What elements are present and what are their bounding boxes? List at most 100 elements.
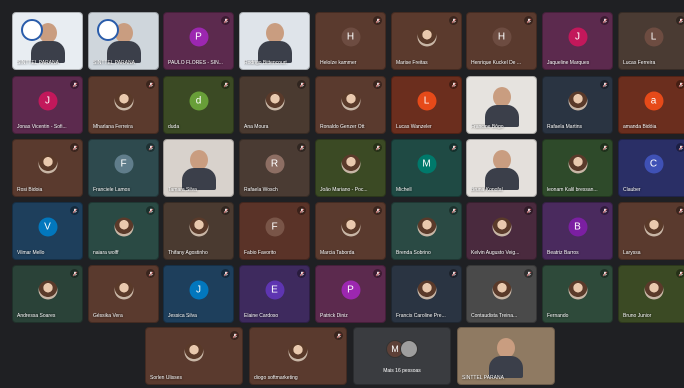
participant-name: Rosi Bidoia bbox=[17, 187, 43, 193]
participant-tile-laryssa[interactable]: Laryssa bbox=[618, 202, 684, 260]
participant-tile-sinttel-parana[interactable]: SINTTEL PARANÁ bbox=[88, 12, 159, 70]
participant-name: diogo softmarketing bbox=[254, 375, 298, 381]
participant-tile-naiara-wolff[interactable]: naiara wolff bbox=[88, 202, 159, 260]
participant-name: Sorlen Ulisses bbox=[150, 375, 182, 381]
participant-tile-fernando[interactable]: Fernando bbox=[542, 265, 613, 323]
participant-name: duda bbox=[168, 124, 180, 130]
participant-tile-rosi-bidoia[interactable]: Rosi Bidoia bbox=[12, 139, 83, 197]
participant-name: Fernando bbox=[547, 313, 569, 319]
participant-tile-rafaela-wosch[interactable]: R Rafaela Wosch bbox=[239, 139, 310, 197]
mic-off-icon bbox=[70, 80, 79, 89]
avatar-photo bbox=[568, 91, 587, 111]
participant-tile-jaqueline-marques[interactable]: J Jaqueline Marques bbox=[542, 12, 613, 70]
participant-tile-marcia-taborda[interactable]: Marcia Taborda bbox=[315, 202, 386, 260]
participant-tile-henrique-kuckel-de[interactable]: H Henrique Kuckel De ... bbox=[466, 12, 537, 70]
more-participants-label: Mais 16 pessoas bbox=[383, 368, 421, 374]
participant-tile-rodrigo-bittencourt[interactable]: Rodrigo Bittencourt bbox=[239, 12, 310, 70]
mic-off-icon bbox=[676, 206, 684, 215]
avatar-photo bbox=[417, 217, 436, 237]
avatar: a bbox=[644, 91, 663, 111]
participant-tile-marise-freitas[interactable]: Marise Freitas bbox=[391, 12, 462, 70]
participant-tile-jessica-silva[interactable]: J Jessica Silva bbox=[163, 265, 234, 323]
participant-name: Marcia Taborda bbox=[320, 250, 355, 256]
participant-tile-rafaela-martins[interactable]: Rafaela Martins bbox=[542, 76, 613, 134]
participant-tile-paulo-flores-sin[interactable]: P PAULO FLORES - SIN... bbox=[163, 12, 234, 70]
avatar-photo bbox=[568, 154, 587, 174]
participant-tile-michell[interactable]: M Michell bbox=[391, 139, 462, 197]
participant-tile-vilmar-mello[interactable]: V Vilmar Mello bbox=[12, 202, 83, 260]
participant-tile-fabio-favorito[interactable]: F Fabio Favorito bbox=[239, 202, 310, 260]
mic-off-icon bbox=[676, 143, 684, 152]
participant-name: Rafaela Wosch bbox=[244, 187, 278, 193]
participant-tile-diogo-softmarketing[interactable]: diogo softmarketing bbox=[249, 327, 347, 385]
participant-tile-lucas-wanzeler[interactable]: L Lucas Wanzeler bbox=[391, 76, 462, 134]
participant-name: João Mariano - Poc... bbox=[320, 187, 368, 193]
more-participants-tile[interactable]: M Mais 16 pessoas bbox=[353, 327, 451, 385]
participant-tile-leonam-kalil-bressan[interactable]: leonam Kalil bressan... bbox=[542, 139, 613, 197]
participant-tile-gessika-vera[interactable]: Géssika Vera bbox=[88, 265, 159, 323]
participant-name: Jaqueline Marques bbox=[547, 60, 590, 66]
participant-name: Ronaldo Genzer Ott bbox=[320, 124, 365, 130]
participant-tile-francine-bogo[interactable]: Francine Bôgo bbox=[466, 76, 537, 134]
mic-off-icon bbox=[600, 269, 609, 278]
participant-name: SINTTEL PARANÁ bbox=[462, 375, 504, 381]
participant-tile-sinttel-parana[interactable]: SINTTEL PARANÁ bbox=[12, 12, 83, 70]
participant-tile-sorlen-ulisses[interactable]: Sorlen Ulisses bbox=[145, 327, 243, 385]
mic-off-icon bbox=[221, 269, 230, 278]
participant-name: Géssika Vera bbox=[93, 313, 123, 319]
participant-tile-andressa-soares[interactable]: Andressa Soares bbox=[12, 265, 83, 323]
participant-tile-jonas-vicentin-sofi[interactable]: J Jonas Vicentin - Sofi... bbox=[12, 76, 83, 134]
avatar: R bbox=[265, 154, 284, 174]
mic-off-icon bbox=[524, 269, 533, 278]
participant-tile-beatriz-barros[interactable]: B Beatriz Barros bbox=[542, 202, 613, 260]
participant-tile-lucas-ferreira[interactable]: L Lucas Ferreira bbox=[618, 12, 684, 70]
participant-name: Brenda Sobrino bbox=[396, 250, 431, 256]
mic-off-icon bbox=[600, 206, 609, 215]
participant-tile-tamara-silva[interactable]: Tamara Silva bbox=[163, 139, 234, 197]
participant-tile-amanda-bidoia[interactable]: a amanda Bidóia bbox=[618, 76, 684, 134]
avatar-photo bbox=[644, 217, 663, 237]
participant-tile-kelvin-augusto-veig[interactable]: Kelvin Augusto Veig... bbox=[466, 202, 537, 260]
participant-name: Laryssa bbox=[623, 250, 641, 256]
participant-tile-brenda-sobrino[interactable]: Brenda Sobrino bbox=[391, 202, 462, 260]
participant-tile-ana-moura[interactable]: Ana Moura bbox=[239, 76, 310, 134]
participant-tile-mharlana-ferreira[interactable]: Mharlana Ferreira bbox=[88, 76, 159, 134]
participant-tile-patrick-diniz[interactable]: P Patrick Diniz bbox=[315, 265, 386, 323]
participant-tile-bruna-konofal[interactable]: Bruna Konofal bbox=[466, 139, 537, 197]
participant-tile-elaine-cardoso[interactable]: E Elaine Cardoso bbox=[239, 265, 310, 323]
participant-tile-clauber[interactable]: C Clauber bbox=[618, 139, 684, 197]
avatar: M bbox=[417, 154, 436, 174]
mic-off-icon bbox=[600, 80, 609, 89]
participant-name: Henrique Kuckel De ... bbox=[471, 60, 522, 66]
more-avatars: M bbox=[386, 340, 418, 359]
participant-name: leonam Kalil bressan... bbox=[547, 187, 598, 193]
mic-off-icon bbox=[146, 143, 155, 152]
participant-name: Clauber bbox=[623, 187, 641, 193]
avatar-photo bbox=[492, 280, 511, 300]
mic-off-icon bbox=[297, 206, 306, 215]
participant-tile-sinttel-parana[interactable]: SINTTEL PARANÁ bbox=[457, 327, 555, 385]
participant-name: Andressa Soares bbox=[17, 313, 56, 319]
avatar-photo bbox=[114, 217, 133, 237]
participant-tile-heloize-kammer[interactable]: H Heloíze kammer bbox=[315, 12, 386, 70]
participant-name: Patrick Diniz bbox=[320, 313, 348, 319]
mic-off-icon bbox=[524, 16, 533, 25]
avatar: J bbox=[38, 91, 57, 111]
participant-tile-francis-caroline-pre[interactable]: Francis Caroline Pre... bbox=[391, 265, 462, 323]
mic-off-icon bbox=[230, 331, 239, 340]
participant-tile-thifany-agostinho[interactable]: Thifany Agostinho bbox=[163, 202, 234, 260]
participant-tile-franciele-lamos[interactable]: F Franciele Lamos bbox=[88, 139, 159, 197]
participant-name: Bruno Junior bbox=[623, 313, 652, 319]
avatar: P bbox=[189, 27, 208, 47]
avatar: J bbox=[568, 27, 587, 47]
participant-name: SINTTEL PARANÁ bbox=[93, 60, 135, 66]
participant-name: Ana Moura bbox=[244, 124, 269, 130]
mic-off-icon bbox=[373, 269, 382, 278]
mic-off-icon bbox=[524, 206, 533, 215]
participant-tile-joao-mariano-poc[interactable]: João Mariano - Poc... bbox=[315, 139, 386, 197]
participant-tile-duda[interactable]: d duda bbox=[163, 76, 234, 134]
participant-tile-bruno-junior[interactable]: Bruno Junior bbox=[618, 265, 684, 323]
avatar: E bbox=[265, 280, 284, 300]
participant-tile-contaudista-treina[interactable]: Contaudista Treina... bbox=[466, 265, 537, 323]
participant-tile-ronaldo-genzer-ott[interactable]: Ronaldo Genzer Ott bbox=[315, 76, 386, 134]
